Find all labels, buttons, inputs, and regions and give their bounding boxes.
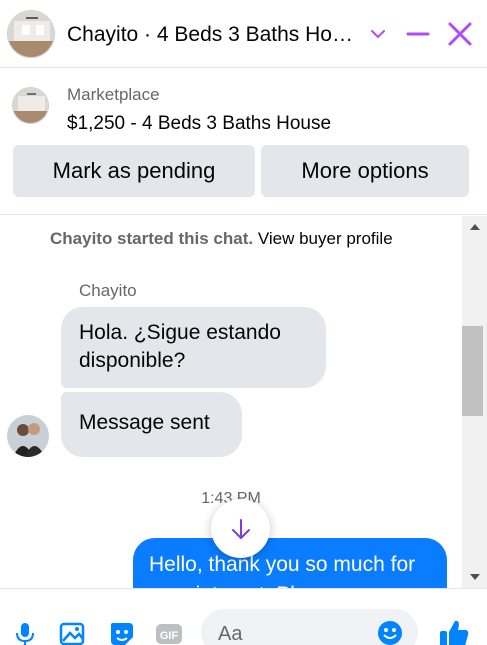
gif-icon[interactable]: GIF bbox=[154, 619, 184, 645]
scrollbar-thumb[interactable] bbox=[462, 326, 483, 416]
message-input[interactable]: Aa bbox=[201, 609, 418, 645]
incoming-message[interactable]: Hola. ¿Sigue estando disponible? bbox=[61, 307, 326, 388]
sender-avatar[interactable] bbox=[7, 415, 49, 457]
chat-start-notice: Chayito started this chat. View buyer pr… bbox=[50, 229, 393, 249]
conversation-scrollbar[interactable] bbox=[462, 216, 487, 588]
listing-price-title[interactable]: $1,250 - 4 Beds 3 Baths House bbox=[67, 113, 331, 135]
listing-avatar[interactable] bbox=[7, 10, 55, 58]
thumbs-up-icon[interactable] bbox=[437, 617, 471, 645]
sticker-icon[interactable] bbox=[107, 619, 137, 645]
chat-start-text: Chayito started this chat. bbox=[50, 229, 254, 248]
chat-header: Chayito · 4 Beds 3 Baths House bbox=[0, 0, 487, 68]
listing-source: Marketplace bbox=[67, 85, 160, 104]
message-composer: GIF Aa bbox=[0, 588, 487, 645]
outgoing-message[interactable]: Hello, thank you so much for your intere… bbox=[133, 538, 447, 588]
svg-text:GIF: GIF bbox=[160, 630, 179, 642]
scroll-down-arrow-icon[interactable] bbox=[462, 566, 487, 588]
scroll-to-bottom-button[interactable] bbox=[211, 499, 270, 558]
marketplace-listing: Marketplace $1,250 - 4 Beds 3 Baths Hous… bbox=[0, 69, 487, 215]
photo-icon[interactable] bbox=[58, 619, 88, 645]
close-icon[interactable] bbox=[446, 20, 474, 48]
arrow-down-icon bbox=[231, 518, 250, 539]
scroll-up-arrow-icon[interactable] bbox=[462, 216, 487, 238]
emoji-icon[interactable] bbox=[376, 619, 404, 645]
mark-as-pending-button[interactable]: Mark as pending bbox=[13, 145, 255, 197]
listing-thumbnail[interactable] bbox=[12, 87, 49, 124]
chat-title[interactable]: Chayito · 4 Beds 3 Baths House bbox=[67, 21, 359, 49]
incoming-message[interactable]: Message sent bbox=[61, 392, 242, 457]
message-input-placeholder: Aa bbox=[218, 623, 243, 645]
conversation-area: Chayito started this chat. View buyer pr… bbox=[0, 216, 462, 588]
minimize-icon[interactable] bbox=[404, 20, 432, 48]
view-buyer-profile-link[interactable]: View buyer profile bbox=[258, 229, 393, 248]
microphone-icon[interactable] bbox=[10, 619, 40, 645]
more-options-button[interactable]: More options bbox=[261, 145, 469, 197]
chevron-down-icon[interactable] bbox=[364, 20, 392, 48]
sender-name: Chayito bbox=[79, 281, 137, 300]
